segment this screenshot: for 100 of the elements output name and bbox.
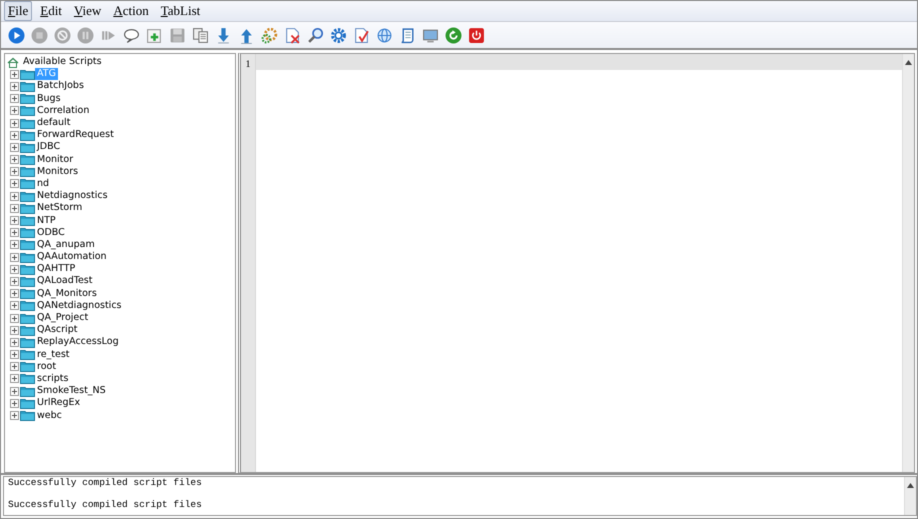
menu-item[interactable]: View (70, 1, 106, 21)
tree-item[interactable]: NTP (35, 214, 58, 227)
tree-item[interactable]: QANetdiagnostics (35, 300, 124, 312)
expand-icon[interactable] (10, 264, 19, 274)
menu-item[interactable]: Action (109, 1, 153, 21)
expand-icon[interactable] (10, 94, 19, 104)
folder-icon (20, 190, 35, 202)
menu-item[interactable]: Edit (36, 1, 66, 21)
folder-icon (20, 68, 35, 80)
toolbar-button[interactable] (467, 26, 486, 44)
folder-icon (20, 324, 35, 336)
expand-icon[interactable] (10, 82, 19, 91)
tree-item[interactable]: nd (35, 178, 52, 190)
folder-icon (20, 239, 35, 250)
toolbar-button[interactable] (444, 26, 463, 44)
settings-icon (330, 26, 347, 44)
toolbar-button[interactable] (283, 26, 302, 44)
folder-icon (20, 361, 35, 372)
tree-item[interactable]: QA_anupam (35, 238, 97, 251)
toolbar-button[interactable] (352, 26, 371, 44)
scrollbar[interactable] (902, 54, 914, 472)
expand-icon[interactable] (10, 411, 19, 420)
expand-icon[interactable] (10, 326, 19, 335)
tree-item[interactable]: Netdiagnostics (35, 190, 110, 202)
expand-icon[interactable] (10, 301, 19, 310)
tree-item[interactable]: re_test (35, 348, 72, 361)
folder-icon (20, 118, 35, 129)
expand-icon[interactable] (10, 374, 19, 384)
tree-item[interactable]: root (35, 360, 58, 373)
folder-icon (20, 336, 35, 348)
expand-icon[interactable] (10, 386, 19, 396)
folder-icon (20, 142, 35, 153)
expand-icon[interactable] (10, 155, 19, 164)
tree-item[interactable]: BatchJobs (35, 80, 86, 92)
expand-icon[interactable] (10, 142, 19, 152)
tree-item[interactable]: SmokeTest_NS (35, 385, 108, 398)
expand-icon[interactable] (10, 192, 19, 201)
folder-icon (20, 386, 35, 397)
folder-icon (20, 178, 35, 190)
scroll-icon (399, 26, 416, 44)
folder-icon (20, 130, 35, 141)
expand-icon[interactable] (10, 362, 19, 372)
tree-item[interactable]: Monitor (35, 154, 76, 166)
console-line: Successfully compiled script files (8, 499, 203, 510)
tree-item[interactable]: webc (35, 410, 64, 422)
expand-icon[interactable] (10, 204, 19, 213)
tree-item[interactable]: QAAutomation (35, 251, 109, 264)
toolbar-button[interactable] (375, 26, 394, 44)
folder-icon (20, 227, 35, 238)
expand-icon[interactable] (10, 398, 19, 408)
toolbar-button[interactable] (306, 26, 325, 44)
expand-icon[interactable] (10, 70, 19, 79)
tree-item[interactable]: QAHTTP (35, 263, 78, 276)
tree-item[interactable]: QAscript (35, 324, 80, 336)
expand-icon[interactable] (10, 228, 19, 238)
tree-item[interactable]: UrlRegEx (35, 397, 82, 410)
menu-item[interactable]: File (4, 1, 32, 21)
expand-icon[interactable] (10, 240, 19, 250)
expand-icon[interactable] (10, 338, 19, 347)
tree-item[interactable]: JDBC (35, 141, 62, 154)
menu-item[interactable]: TabList (156, 1, 204, 21)
folder-icon (20, 312, 35, 324)
expand-icon[interactable] (10, 350, 19, 360)
expand-icon[interactable] (10, 179, 19, 188)
down-arrow-icon (215, 26, 232, 44)
toolbar-button[interactable] (191, 26, 210, 44)
scroll-up-icon[interactable] (905, 60, 912, 65)
tree-item[interactable]: default (35, 117, 72, 130)
expand-icon[interactable] (10, 314, 19, 323)
tree-root-label[interactable]: Available Scripts (21, 56, 104, 68)
tree-item[interactable]: Correlation (35, 104, 92, 117)
scroll-up-icon[interactable] (907, 483, 914, 488)
tree-item[interactable]: scripts (35, 372, 70, 385)
toolbar-button[interactable] (329, 26, 348, 44)
expand-icon[interactable] (10, 167, 19, 176)
folder-icon (20, 93, 35, 104)
code-editor[interactable]: 1 (238, 53, 915, 473)
tree-item[interactable]: ReplayAccessLog (35, 336, 121, 348)
tree-item[interactable]: Bugs (35, 92, 63, 105)
tree-item[interactable]: Monitors (35, 166, 80, 178)
expand-icon[interactable] (10, 252, 19, 262)
tree-item[interactable]: QA_Monitors (35, 288, 99, 300)
folder-icon (20, 276, 35, 287)
expand-icon[interactable] (10, 289, 19, 298)
scrollbar[interactable] (904, 477, 916, 515)
expand-icon[interactable] (10, 276, 19, 286)
expand-icon[interactable] (10, 216, 19, 226)
toolbar-button[interactable] (7, 26, 26, 44)
up-arrow-icon (238, 26, 255, 44)
tree-item[interactable]: NetStorm (35, 202, 84, 214)
toolbar-button[interactable] (260, 26, 279, 44)
expand-icon[interactable] (10, 118, 19, 128)
tree-item[interactable]: ForwardRequest (35, 129, 116, 142)
tree-item[interactable]: QA_Project (35, 312, 90, 324)
tree-item[interactable]: QALoadTest (35, 275, 94, 288)
expand-icon[interactable] (10, 106, 19, 116)
expand-icon[interactable] (10, 130, 19, 140)
console-line: Successfully compiled script files (8, 477, 203, 488)
tree-item[interactable]: ODBC (35, 226, 67, 239)
folder-icon (20, 410, 35, 422)
